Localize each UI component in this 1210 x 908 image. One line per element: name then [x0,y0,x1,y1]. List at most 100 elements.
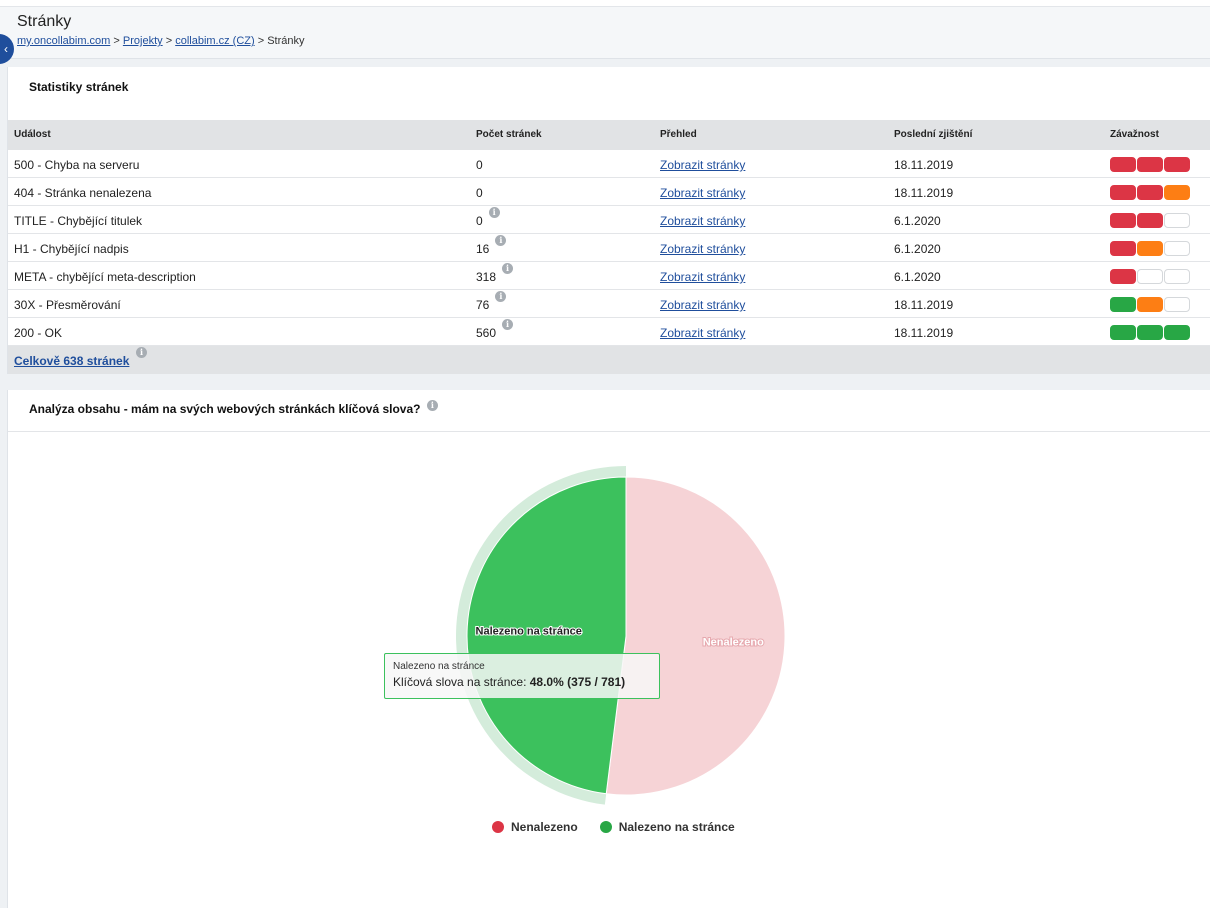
severity-segment [1164,297,1190,312]
show-pages-link[interactable]: Zobrazit stránky [660,186,745,200]
severity-segment [1137,213,1163,228]
tooltip-body: Klíčová slova na stránce: 48.0% (375 / 7… [393,675,651,689]
count-value: 0 [476,214,483,228]
event-cell: 500 - Chyba na serveru [14,158,140,172]
breadcrumb-separator: > [257,35,265,47]
event-cell: H1 - Chybějící nadpis [14,242,129,256]
severity-segment [1137,297,1163,312]
overview-cell: Zobrazit stránky [660,214,745,228]
total-pages-link[interactable]: Celkově 638 stránek [14,354,129,368]
tooltip-label: Klíčová slova na stránce: [393,675,527,689]
stats-table-footer: Celkově 638 stránek i [8,346,1210,374]
table-row: META - chybějící meta-description 318 i Zob… [8,262,1210,290]
severity-segment [1137,325,1163,340]
severity-indicator [1110,185,1190,200]
last-seen-cell: 6.1.2020 [894,270,941,284]
sidebar-toggle-icon[interactable]: ‹ [0,34,14,64]
breadcrumb: my.oncollabim.com > Projekty > collabim.… [17,35,305,47]
severity-segment [1137,185,1163,200]
severity-segment [1110,297,1136,312]
pie-slice-label: Nenalezeno [703,636,764,648]
top-strip [0,0,1210,7]
severity-segment [1137,241,1163,256]
count-cell: 76 i [476,291,507,312]
column-header-severity: Závažnost [1110,129,1159,140]
legend-label: Nenalezeno [511,820,578,834]
show-pages-link[interactable]: Zobrazit stránky [660,270,745,284]
event-cell: TITLE - Chybějící titulek [14,214,143,228]
overview-cell: Zobrazit stránky [660,186,745,200]
severity-indicator [1110,325,1190,340]
last-seen-cell: 6.1.2020 [894,214,941,228]
severity-segment [1164,269,1190,284]
show-pages-link[interactable]: Zobrazit stránky [660,298,745,312]
last-seen-cell: 6.1.2020 [894,242,941,256]
column-header-overview: Přehled [660,129,697,140]
info-icon[interactable]: i [488,207,500,218]
breadcrumb-home[interactable]: my.oncollabim.com [17,35,110,47]
count-value: 560 [476,326,497,340]
table-row: 500 - Chyba na serveru 0 Zobrazit stránky 1… [8,150,1210,178]
severity-indicator [1110,213,1190,228]
overview-cell: Zobrazit stránky [660,242,745,256]
content-analysis-panel: Analýza obsahu - mám na svých webových s… [7,390,1210,908]
chart-legend: Nenalezeno Nalezeno na stránce [492,820,735,834]
severity-segment [1164,185,1190,200]
breadcrumb-projects[interactable]: Projekty [123,35,163,47]
legend-item[interactable]: Nalezeno na stránce [599,820,735,834]
overview-cell: Zobrazit stránky [660,298,745,312]
stats-title: Statistiky stránek [29,80,129,94]
breadcrumb-project[interactable]: collabim.cz (CZ) [175,35,254,47]
legend-label: Nalezeno na stránce [618,820,735,834]
legend-dot-icon [599,821,612,833]
show-pages-link[interactable]: Zobrazit stránky [660,242,745,256]
info-icon[interactable]: i [502,319,514,330]
severity-segment [1164,325,1190,340]
tooltip-value: 48.0% (375 / 781) [529,675,626,689]
severity-segment [1164,213,1190,228]
info-icon[interactable]: i [136,347,147,358]
table-row: H1 - Chybějící nadpis 16 i Zobrazit stránky… [8,234,1210,262]
legend-dot-icon [492,821,504,833]
info-icon[interactable]: i [495,235,507,246]
show-pages-link[interactable]: Zobrazit stránky [660,158,745,172]
column-header-count: Počet stránek [476,129,542,140]
info-icon[interactable]: i [495,291,507,302]
severity-segment [1110,241,1136,256]
severity-segment [1110,185,1136,200]
severity-indicator [1110,269,1190,284]
count-value: 318 [476,270,497,284]
info-icon[interactable]: i [502,263,514,274]
pie-slice-label: Nalezeno na stránce [476,626,582,638]
legend-item[interactable]: Nenalezeno [492,820,578,834]
table-row: 200 - OK 560 i Zobrazit stránky 18.11.2019 [8,318,1210,346]
count-cell: 0 [476,186,483,200]
table-row: TITLE - Chybějící titulek 0i Zobrazit strá… [8,206,1210,234]
count-value: 16 [476,242,490,256]
show-pages-link[interactable]: Zobrazit stránky [660,326,745,340]
count-cell: 0i [476,207,500,228]
event-cell: 30X - Přesměrování [14,298,121,312]
column-header-last-seen: Poslední zjištění [894,129,973,140]
event-cell: META - chybějící meta-description [14,270,196,284]
count-cell: 16 i [476,235,507,256]
tooltip-title: Nalezeno na stránce [393,661,485,672]
severity-segment [1110,213,1136,228]
last-seen-cell: 18.11.2019 [894,298,954,312]
severity-segment [1164,157,1190,172]
page-header: ‹ Stránky my.oncollabim.com > Projekty >… [0,7,1210,64]
overview-cell: Zobrazit stránky [660,158,745,172]
show-pages-link[interactable]: Zobrazit stránky [660,214,745,228]
overview-cell: Zobrazit stránky [660,270,745,284]
chart-tooltip: Nalezeno na stránce Klíčová slova na str… [384,653,660,699]
severity-indicator [1110,241,1190,256]
table-row: 404 - Stránka nenalezena 0 Zobrazit stránk… [8,178,1210,206]
breadcrumb-separator: > [165,35,173,47]
severity-segment [1137,157,1163,172]
overview-cell: Zobrazit stránky [660,326,745,340]
count-cell: 560 i [476,319,514,340]
breadcrumb-separator: > [113,35,120,47]
severity-segment [1164,241,1190,256]
last-seen-cell: 18.11.2019 [894,326,954,340]
last-seen-cell: 18.11.2019 [894,158,954,172]
